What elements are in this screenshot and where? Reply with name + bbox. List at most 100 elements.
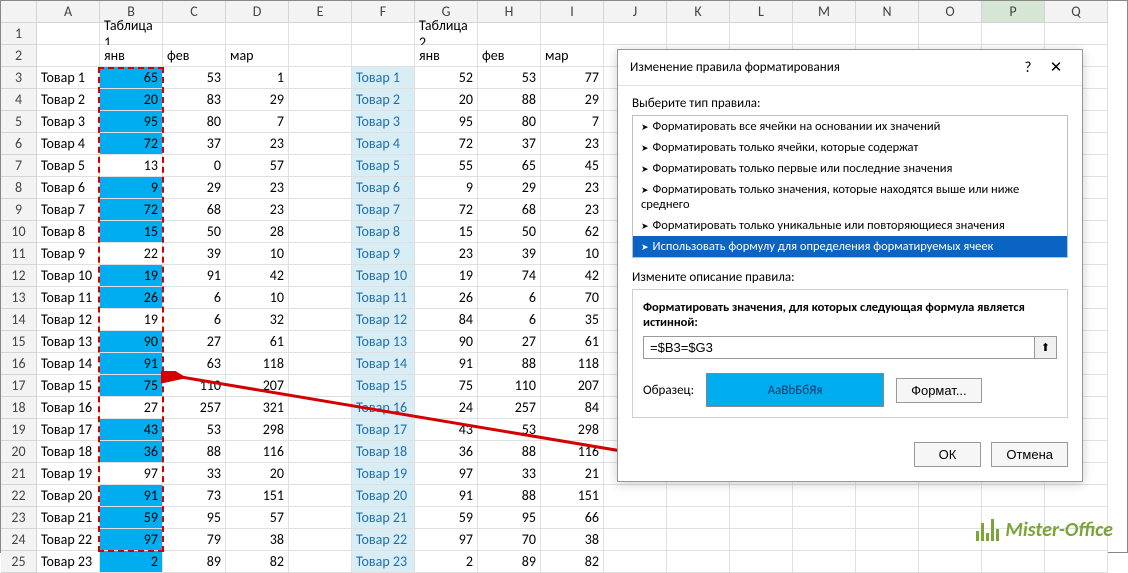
item-name[interactable]: Товар 11 [37,287,100,309]
empty-cell[interactable] [793,529,856,551]
value-cell[interactable]: 298 [541,419,604,441]
empty-cell[interactable] [289,441,352,463]
value-cell[interactable]: 55 [415,155,478,177]
empty-cell[interactable] [667,485,730,507]
value-cell[interactable]: 29 [541,89,604,111]
value-cell[interactable]: 33 [163,463,226,485]
value-cell[interactable]: 9 [100,177,163,199]
rule-item[interactable]: Форматировать все ячейки на основании их… [633,116,1067,137]
item-name[interactable]: Товар 17 [37,419,100,441]
row-header-13[interactable]: 13 [1,287,37,309]
item-name[interactable]: Товар 10 [352,265,415,287]
row-header-14[interactable]: 14 [1,309,37,331]
value-cell[interactable]: 70 [541,287,604,309]
row-header-24[interactable]: 24 [1,529,37,551]
value-cell[interactable]: 118 [226,353,289,375]
item-name[interactable]: Товар 9 [37,243,100,265]
value-cell[interactable]: 19 [100,265,163,287]
empty-cell[interactable] [289,485,352,507]
empty-cell[interactable] [289,177,352,199]
value-cell[interactable]: 52 [415,67,478,89]
value-cell[interactable]: 6 [478,287,541,309]
value-cell[interactable]: 26 [415,287,478,309]
col-header-I[interactable]: I [541,1,604,23]
value-cell[interactable]: 39 [478,243,541,265]
empty-cell[interactable] [730,551,793,573]
value-cell[interactable]: 27 [163,331,226,353]
item-name[interactable]: Товар 15 [352,375,415,397]
empty-cell[interactable] [919,507,982,529]
empty-cell[interactable] [226,23,289,45]
value-cell[interactable]: 27 [478,331,541,353]
format-button[interactable]: Формат... [896,378,982,403]
value-cell[interactable]: 90 [100,331,163,353]
value-cell[interactable]: 97 [100,529,163,551]
empty-cell[interactable] [856,551,919,573]
value-cell[interactable]: 91 [415,353,478,375]
item-name[interactable]: Товар 15 [37,375,100,397]
empty-cell[interactable] [919,485,982,507]
value-cell[interactable]: 91 [100,353,163,375]
row-header-2[interactable]: 2 [1,45,37,67]
empty-cell[interactable] [289,397,352,419]
empty-cell[interactable] [289,155,352,177]
item-name[interactable]: Товар 20 [37,485,100,507]
item-name[interactable]: Товар 20 [352,485,415,507]
item-name[interactable]: Товар 2 [352,89,415,111]
empty-cell[interactable] [289,551,352,573]
row-header-16[interactable]: 16 [1,353,37,375]
value-cell[interactable]: 82 [541,551,604,573]
value-cell[interactable]: 110 [163,375,226,397]
col-header-N[interactable]: N [856,1,919,23]
value-cell[interactable]: 2 [100,551,163,573]
value-cell[interactable]: 72 [415,199,478,221]
empty-cell[interactable] [289,133,352,155]
empty-cell[interactable] [919,529,982,551]
value-cell[interactable]: 37 [163,133,226,155]
value-cell[interactable]: 57 [226,507,289,529]
value-cell[interactable]: 82 [226,551,289,573]
value-cell[interactable]: 53 [478,419,541,441]
item-name[interactable]: Товар 23 [37,551,100,573]
row-header-4[interactable]: 4 [1,89,37,111]
empty-cell[interactable] [289,287,352,309]
value-cell[interactable]: 6 [163,309,226,331]
empty-cell[interactable] [856,529,919,551]
select-all-corner[interactable] [1,1,37,23]
row-header-21[interactable]: 21 [1,463,37,485]
item-name[interactable]: Товар 1 [37,67,100,89]
value-cell[interactable]: 89 [478,551,541,573]
empty-cell[interactable] [289,23,352,45]
empty-cell[interactable] [541,23,604,45]
value-cell[interactable]: 42 [226,265,289,287]
item-name[interactable]: Товар 5 [352,155,415,177]
value-cell[interactable]: 23 [541,133,604,155]
empty-cell[interactable] [163,23,226,45]
col-header-C[interactable]: C [163,1,226,23]
value-cell[interactable]: 33 [478,463,541,485]
item-name[interactable]: Товар 7 [37,199,100,221]
value-cell[interactable]: 72 [415,133,478,155]
value-cell[interactable]: 116 [541,441,604,463]
item-name[interactable]: Товар 5 [37,155,100,177]
empty-cell[interactable] [982,23,1045,45]
value-cell[interactable]: 35 [541,309,604,331]
empty-cell[interactable] [604,551,667,573]
value-cell[interactable]: 151 [226,485,289,507]
value-cell[interactable]: 22 [100,243,163,265]
value-cell[interactable]: 207 [541,375,604,397]
value-cell[interactable]: 1 [226,67,289,89]
rule-item[interactable]: Использовать формулу для определения фор… [633,236,1067,257]
value-cell[interactable]: 321 [226,397,289,419]
value-cell[interactable]: 7 [541,111,604,133]
col-header-Q[interactable]: Q [1045,1,1108,23]
col-header-H[interactable]: H [478,1,541,23]
empty-cell[interactable] [289,375,352,397]
rule-item[interactable]: Форматировать только ячейки, которые сод… [633,137,1067,158]
row-header-6[interactable]: 6 [1,133,37,155]
value-cell[interactable]: 88 [478,89,541,111]
row-header-23[interactable]: 23 [1,507,37,529]
row-header-11[interactable]: 11 [1,243,37,265]
value-cell[interactable]: 50 [163,221,226,243]
value-cell[interactable]: 36 [415,441,478,463]
